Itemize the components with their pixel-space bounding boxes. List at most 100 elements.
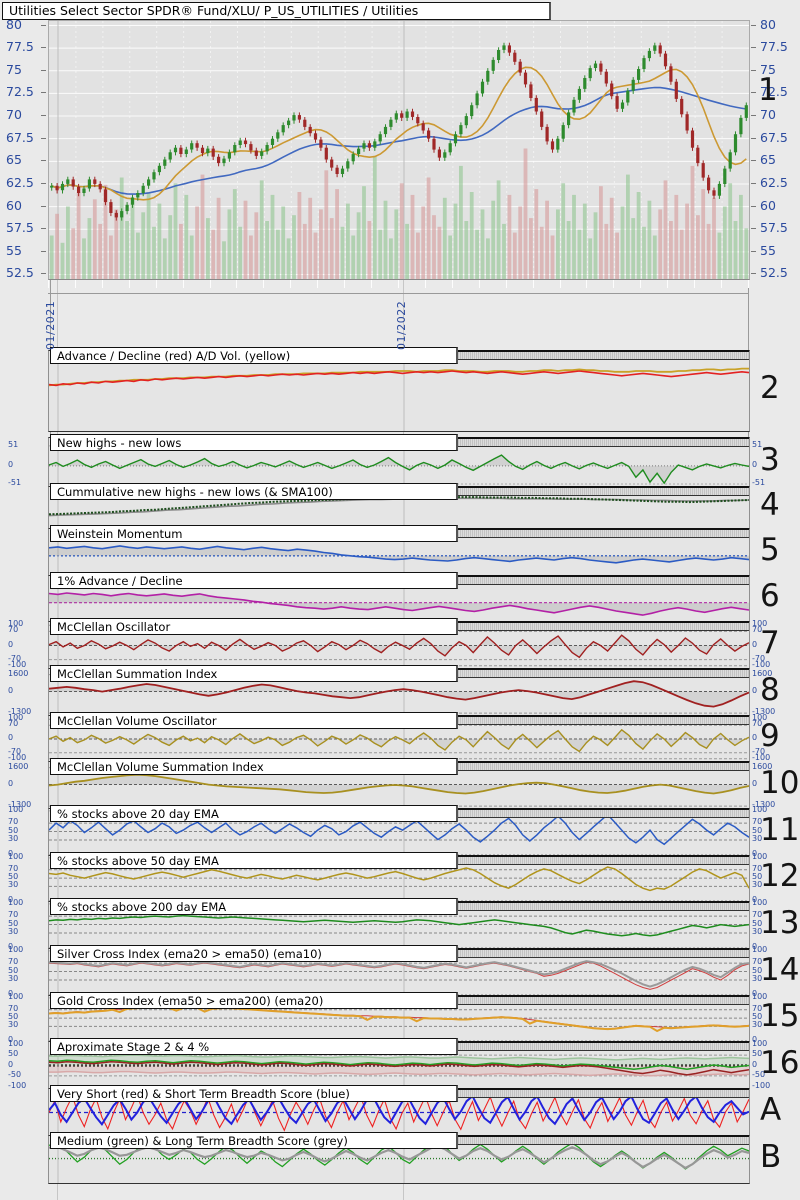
y-axis-label-right: -100 (752, 1081, 771, 1090)
panel-title: Silver Cross Index (ema20 > ema50) (ema1… (50, 945, 458, 962)
panel-silver-cross: Silver Cross Index (ema20 > ema50) (ema1… (0, 945, 800, 997)
y-axis-tick (751, 47, 756, 48)
y-axis-label-left: 70 (8, 625, 19, 634)
y-axis-tick (41, 228, 46, 229)
long-term-line (49, 1145, 749, 1170)
panel-mcc-vol-osc: McClellan Volume Oscillator (0, 712, 800, 763)
panel-header-strip (455, 1041, 749, 1051)
y-axis-label-right: -100 (752, 660, 771, 669)
y-axis-label-left: 1600 (8, 762, 29, 771)
panel-number-label: B (760, 1139, 782, 1175)
y-axis-label-right: 67.5 (760, 130, 788, 145)
x-axis-month-tick (640, 279, 641, 288)
x-axis-month-tick (290, 279, 291, 288)
x-axis-month-tick (452, 279, 453, 288)
y-axis-tick (751, 273, 756, 274)
panel-number-label: 9 (760, 718, 780, 754)
y-axis-tick (751, 228, 756, 229)
y-axis-tick (751, 183, 756, 184)
y-axis-tick (751, 115, 756, 116)
y-axis-label-left: -51 (8, 478, 22, 487)
x-axis-month-tick (183, 279, 184, 288)
y-axis-label-left: 70 (6, 107, 22, 122)
panel-number-label: 14 (760, 952, 800, 988)
panel-title: McClellan Volume Oscillator (50, 712, 458, 729)
y-axis-label-left: 70 (8, 957, 19, 966)
panel-header-strip (455, 855, 749, 865)
y-axis-tick (41, 273, 46, 274)
panel-title: Cummulative new highs - new lows (& SMA1… (50, 483, 458, 500)
y-axis-label-right: 62.5 (760, 175, 788, 190)
panel-header-strip (455, 1088, 749, 1098)
panel-header-strip (455, 808, 749, 818)
y-axis-label-left: 30 (8, 927, 19, 936)
y-axis-tick (41, 160, 46, 161)
y-axis-label-right: 0 (752, 1060, 758, 1069)
panel-price (0, 20, 800, 280)
y-axis-label-left: -100 (8, 753, 27, 762)
y-axis-label-right: -100 (752, 753, 771, 762)
y-axis-label-right: 0 (752, 686, 758, 695)
panel-number-label: 8 (760, 672, 780, 708)
y-axis-label-left: 52.5 (6, 265, 34, 280)
y-axis-tick (41, 115, 46, 116)
panel-pct200: % stocks above 200 day EMA (0, 898, 800, 950)
panel-mcc-sum: McClellan Summation Index (0, 665, 800, 717)
y-axis-label-left: 0 (8, 779, 14, 788)
y-axis-label-left: 57.5 (6, 220, 34, 235)
panel-title: 1% Advance / Decline (50, 572, 458, 589)
panel-number-label: 4 (760, 487, 780, 523)
pct50-line (49, 866, 749, 892)
panel-header-strip (455, 761, 749, 771)
y-axis-label-left: 30 (8, 834, 19, 843)
y-axis-label-right: 0 (752, 733, 758, 742)
y-axis-label-right: -51 (752, 478, 766, 487)
plot-area-price[interactable] (48, 20, 750, 280)
y-axis-label-right: 0 (752, 640, 758, 649)
x-axis-date-label: 01/2021 (44, 300, 57, 350)
panel-header-strip (455, 668, 749, 678)
panel-title: McClellan Volume Summation Index (50, 758, 458, 775)
panel-header-strip (455, 948, 749, 958)
y-axis-tick (751, 138, 756, 139)
panel-stage24: Aproximate Stage 2 & 4 % (0, 1038, 800, 1090)
y-axis-label-left: 100 (8, 805, 24, 814)
y-axis-label-left: 1600 (8, 669, 29, 678)
x-axis-month-tick (667, 279, 668, 288)
x-axis-month-tick (506, 279, 507, 288)
x-axis-month-tick (748, 279, 749, 288)
panel-header-strip (455, 621, 749, 631)
x-axis-month-tick (102, 279, 103, 288)
x-axis-month-tick (317, 279, 318, 288)
panel-title: Gold Cross Index (ema50 > ema200) (ema20… (50, 992, 458, 1009)
panel-number-label: 2 (760, 370, 780, 406)
y-axis-label-left: 70 (8, 910, 19, 919)
panel-header-strip (455, 575, 749, 585)
panel-title: % stocks above 20 day EMA (50, 805, 458, 822)
y-axis-label-left: 100 (8, 852, 24, 861)
chart-title-box: Utilities Select Sector SPDR® Fund/XLU/ … (2, 2, 551, 20)
x-axis-month-tick (694, 279, 695, 288)
panel-title: Weinstein Momentum (50, 525, 458, 542)
y-axis-label-left: -100 (8, 660, 27, 669)
panel-title: Very Short (red) & Short Term Breadth Sc… (50, 1085, 458, 1102)
y-axis-label-left: 51 (8, 440, 19, 449)
panel-pct20: % stocks above 20 day EMA (0, 805, 800, 857)
panel-weinstein: Weinstein Momentum (0, 525, 800, 577)
y-axis-label-right: 77.5 (760, 39, 788, 54)
x-axis-month-tick (129, 279, 130, 288)
x-axis-month-tick (75, 279, 76, 288)
y-axis-label-left: 100 (8, 898, 24, 907)
chart-workspace: Utilities Select Sector SPDR® Fund/XLU/ … (0, 0, 800, 1200)
panel-number-label: 12 (760, 858, 800, 894)
panel-number-label: 11 (760, 812, 800, 848)
x-axis-month-tick (560, 279, 561, 288)
panel-number-label: 6 (760, 578, 780, 614)
x-axis-month-tick (263, 279, 264, 288)
panel-one-pct-ad: 1% Advance / Decline (0, 572, 800, 623)
panel-header-strip (455, 486, 749, 496)
panel-header-strip (455, 995, 749, 1005)
y-axis-label-right: 57.5 (760, 220, 788, 235)
panel-number-label: 3 (760, 442, 780, 478)
ad-volume (49, 367, 749, 387)
